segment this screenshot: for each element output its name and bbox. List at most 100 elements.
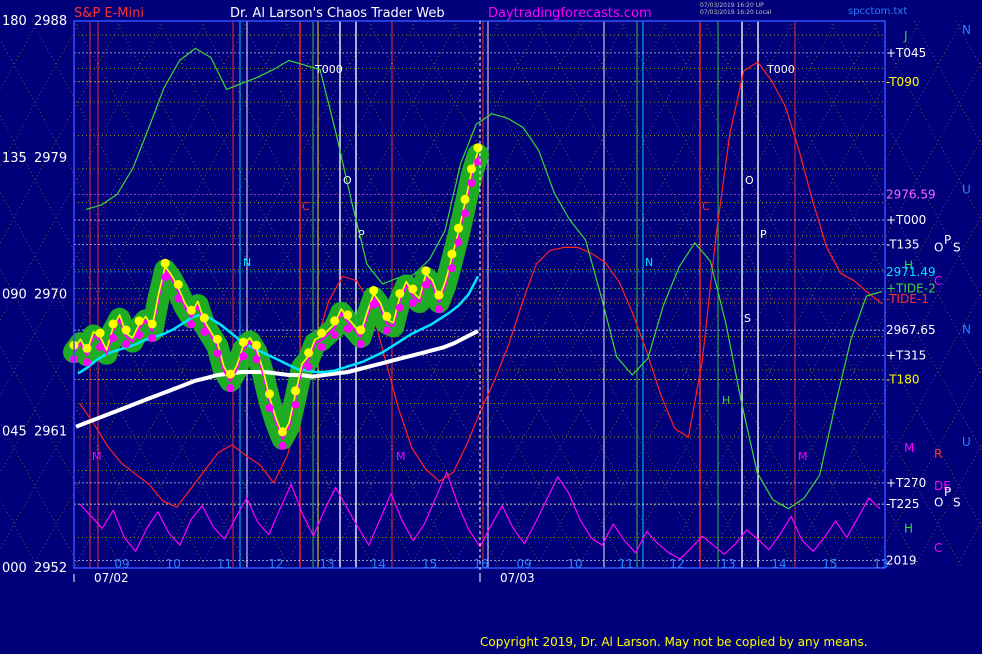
y-axis-angle-label: 135 <box>2 151 27 166</box>
price-low-point <box>109 334 118 342</box>
planet-marker-label: M <box>904 441 914 455</box>
level-label: +T270 <box>886 476 926 490</box>
price-point <box>134 316 144 326</box>
price-point <box>82 343 92 353</box>
price-point <box>225 369 235 379</box>
date-label-day2: 07/03 <box>500 571 535 585</box>
event-marker-label: H <box>722 394 730 407</box>
event-marker-label: O <box>745 174 754 187</box>
event-marker-label: C <box>302 200 310 213</box>
price-point <box>382 311 392 321</box>
x-axis-tick-label: 12 <box>669 557 684 571</box>
x-axis-tick-label: 11 <box>217 557 232 571</box>
symbol-label: S&P E-Mini <box>74 6 144 21</box>
chart-svg: T000T000OOPPNNSSCCHMMM +T045-T0902976.59… <box>0 0 982 650</box>
date-label-day1: 07/02 <box>94 571 129 585</box>
level-label: -T180 <box>886 373 919 387</box>
event-marker-label: S <box>744 312 751 325</box>
price-low-point <box>467 179 476 187</box>
site-link[interactable]: Daytradingforecasts.com <box>488 6 652 21</box>
y-axis-tick-label: 2970 <box>34 288 67 303</box>
price-low-point <box>265 403 274 412</box>
price-point <box>199 313 209 323</box>
price-low-point <box>356 340 365 348</box>
x-axis-tick-label: 13 <box>873 557 888 571</box>
price-point <box>173 280 183 289</box>
level-label: 2976.59 <box>886 187 936 201</box>
price-point <box>454 223 463 233</box>
chart-title: Dr. Al Larson's Chaos Trader Web <box>230 6 445 21</box>
x-axis-tick-label: 16 <box>473 557 488 571</box>
planet-marker-label: N <box>962 322 971 336</box>
price-point <box>434 290 444 300</box>
price-low-point <box>96 343 105 352</box>
event-marker-label: T000 <box>766 63 795 76</box>
price-point <box>265 389 274 399</box>
level-label: 2967.65 <box>886 323 936 337</box>
price-low-point <box>200 327 209 336</box>
chaos-trader-chart: T000T000OOPPNNSSCCHMMM +T045-T0902976.59… <box>0 0 982 650</box>
price-point <box>356 325 366 335</box>
y-axis-tick-label: 2952 <box>34 561 67 576</box>
price-point <box>160 258 170 268</box>
planet-marker-label: P <box>944 485 951 499</box>
price-point <box>343 310 353 320</box>
price-low-point <box>447 264 456 273</box>
level-label: +T045 <box>886 46 926 60</box>
planet-marker-label: S <box>953 496 961 510</box>
planet-marker-label: U <box>962 435 971 449</box>
price-point <box>369 286 379 295</box>
x-axis-tick-label: 13 <box>320 557 335 571</box>
price-point <box>121 325 131 335</box>
x-axis-tick-label: 13 <box>720 557 735 571</box>
x-axis-tick-label: 12 <box>268 557 283 571</box>
price-point <box>473 143 483 153</box>
planet-marker-label: P <box>944 233 951 247</box>
price-low-point <box>454 238 463 247</box>
planet-marker-label: U <box>962 183 971 197</box>
x-axis-tick-label: 11 <box>618 557 633 571</box>
planet-marker-label: C <box>934 274 942 288</box>
price-point <box>317 328 327 338</box>
price-low-point <box>330 330 339 339</box>
price-low-point <box>317 343 326 352</box>
planet-marker-label: N <box>962 23 971 37</box>
price-point <box>278 427 287 437</box>
price-low-point <box>434 305 443 314</box>
price-low-point <box>174 294 183 303</box>
level-label: +T315 <box>886 348 926 362</box>
level-label: 2019 <box>886 553 917 567</box>
price-point <box>212 334 222 344</box>
price-low-point <box>474 157 482 166</box>
price-low-point <box>148 334 157 342</box>
price-low-point <box>291 400 300 409</box>
price-low-point <box>395 303 404 312</box>
x-axis-tick-label: 15 <box>422 557 437 571</box>
price-point <box>186 305 196 315</box>
planet-marker-label: H <box>904 259 913 273</box>
event-marker-label: N <box>243 256 251 269</box>
price-low-point <box>226 384 235 393</box>
planet-marker-label: R <box>934 447 942 461</box>
level-label: +T000 <box>886 213 926 227</box>
planet-marker-label: O <box>934 496 943 510</box>
x-axis-tick-label: 09 <box>114 557 129 571</box>
x-axis-tick-label: 09 <box>516 557 531 571</box>
price-point <box>108 319 118 329</box>
price-low-point <box>213 349 222 358</box>
price-point <box>291 386 300 396</box>
price-low-point <box>83 358 91 367</box>
planet-marker-label: H <box>904 521 913 535</box>
event-marker-label: N <box>645 256 653 269</box>
price-low-point <box>278 441 287 450</box>
y-axis-angle-label: 000 <box>2 561 27 576</box>
x-axis-tick-label: 10 <box>567 557 582 571</box>
price-point <box>147 319 157 329</box>
x-axis-tick-label: 15 <box>822 557 837 571</box>
price-low-point <box>382 326 391 335</box>
price-point <box>447 249 457 259</box>
planet-marker-label: J <box>903 29 908 43</box>
y-axis-tick-label: 2961 <box>34 424 67 439</box>
y-axis-tick-label: 2988 <box>34 14 67 29</box>
planet-marker-label: C <box>934 541 942 555</box>
